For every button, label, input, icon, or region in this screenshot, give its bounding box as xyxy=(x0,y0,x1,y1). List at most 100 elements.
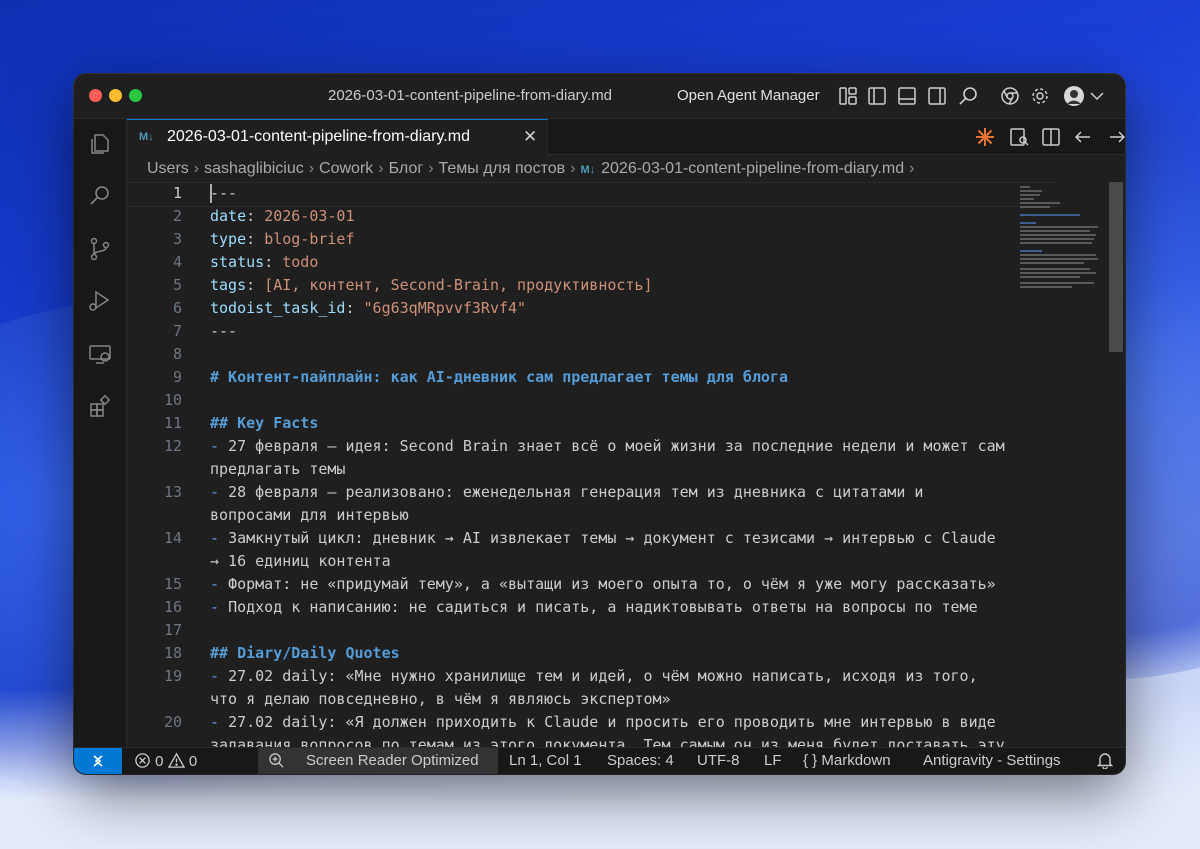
explorer-icon[interactable] xyxy=(87,131,113,157)
warning-count: 0 xyxy=(188,753,198,770)
braces-icon: { } xyxy=(803,752,818,769)
tab-bar: M↓ 2026-03-01-content-pipeline-from-diar… xyxy=(127,119,1125,155)
zoom-icon xyxy=(269,753,284,768)
list-item-wrap: предлагать темы xyxy=(210,460,346,478)
breadcrumb-item[interactable]: Cowork xyxy=(319,160,373,177)
line-number: 12 xyxy=(163,437,182,455)
list-item: - 27.02 daily: «Мне нужно хранилище тем … xyxy=(210,667,978,685)
remote-indicator-button[interactable] xyxy=(74,748,122,774)
code-editor[interactable]: 1 2 3 4 5 6 7 8 9 10 11 12 13 14 15 16 1… xyxy=(127,182,1057,748)
vertical-scrollbar-thumb[interactable] xyxy=(1109,182,1123,352)
line-number: 10 xyxy=(163,391,182,409)
code-line: tags: [AI, контент, Second-Brain, продук… xyxy=(210,276,653,294)
line-number: 15 xyxy=(163,575,182,593)
language-mode[interactable]: { } Markdown xyxy=(803,752,891,769)
heading-line: ## Key Facts xyxy=(210,414,319,432)
open-preview-icon[interactable] xyxy=(1009,127,1029,147)
line-number: 7 xyxy=(172,322,182,340)
screen-reader-status[interactable]: Screen Reader Optimized xyxy=(258,748,498,774)
toggle-primary-sidebar-icon[interactable] xyxy=(866,85,888,107)
problems-status[interactable]: 0 0 xyxy=(134,752,197,770)
line-number: 11 xyxy=(163,414,182,432)
window-title: 2026-03-01-content-pipeline-from-diary.m… xyxy=(328,87,613,104)
list-item: - Подход к написанию: не садиться и писа… xyxy=(210,598,978,616)
line-number: 6 xyxy=(172,299,182,317)
breadcrumb: Users › sashaglibiciuc › Cowork › Блог › Темы дл… xyxy=(147,160,915,177)
forward-arrow-icon[interactable] xyxy=(1107,127,1125,147)
close-tab-icon[interactable]: ✕ xyxy=(523,127,537,147)
close-window-button[interactable] xyxy=(89,89,102,102)
line-number: 1 xyxy=(172,184,182,202)
remote-icon xyxy=(93,755,103,767)
gear-icon[interactable] xyxy=(1029,85,1051,107)
line-number: 14 xyxy=(163,529,182,547)
layout-grid-icon[interactable] xyxy=(837,85,859,107)
heading-line: # Контент-пайплайн: как AI-дневник сам п… xyxy=(210,368,788,386)
agent-sparkle-icon[interactable] xyxy=(975,127,995,147)
toggle-secondary-sidebar-icon[interactable] xyxy=(926,85,948,107)
error-icon xyxy=(135,753,150,768)
editor-window: 2026-03-01-content-pipeline-from-diary.m… xyxy=(74,74,1125,774)
line-number: 3 xyxy=(172,230,182,248)
breadcrumb-item[interactable]: sashaglibiciuc xyxy=(204,160,304,177)
error-count: 0 xyxy=(155,753,164,770)
chrome-browser-icon[interactable] xyxy=(999,85,1021,107)
breadcrumb-file[interactable]: 2026-03-01-content-pipeline-from-diary.m… xyxy=(601,160,904,177)
activity-bar xyxy=(74,119,127,748)
title-bar: 2026-03-01-content-pipeline-from-diary.m… xyxy=(74,74,1125,119)
search-icon[interactable] xyxy=(87,183,113,209)
line-number: 18 xyxy=(163,644,182,662)
line-number: 20 xyxy=(163,713,182,731)
end-of-line[interactable]: LF xyxy=(764,752,782,769)
line-number: 19 xyxy=(163,667,182,685)
line-number: 9 xyxy=(172,368,182,386)
markdown-file-icon: M↓ xyxy=(580,164,596,176)
avatar[interactable] xyxy=(1063,85,1085,107)
code-line: --- xyxy=(210,184,238,202)
list-item: - 27 февраля — идея: Second Brain знает … xyxy=(210,437,1005,455)
tab-content-pipeline[interactable]: M↓ 2026-03-01-content-pipeline-from-diar… xyxy=(127,119,548,155)
indentation[interactable]: Spaces: 4 xyxy=(607,752,674,769)
open-agent-manager-button[interactable]: Open Agent Manager xyxy=(677,87,820,104)
code-line: date: 2026-03-01 xyxy=(210,207,355,225)
minimize-window-button[interactable] xyxy=(109,89,122,102)
chevron-down-icon[interactable] xyxy=(1086,85,1108,107)
list-item: - 28 февраля — реализовано: еженедельная… xyxy=(210,483,924,501)
settings-status[interactable]: Antigravity - Settings xyxy=(923,752,1061,769)
line-number: 5 xyxy=(172,276,182,294)
encoding[interactable]: UTF-8 xyxy=(697,752,740,769)
breadcrumb-item[interactable]: Users xyxy=(147,160,189,177)
remote-explorer-icon[interactable] xyxy=(87,341,113,367)
line-number: 8 xyxy=(172,345,182,363)
list-item-wrap: вопросами для интервью xyxy=(210,506,409,524)
extensions-icon[interactable] xyxy=(87,393,113,419)
markdown-file-icon: M↓ xyxy=(139,131,154,143)
line-number: 13 xyxy=(163,483,182,501)
list-item: - Формат: не «придумай тему», а «вытащи … xyxy=(210,575,996,593)
split-editor-icon[interactable] xyxy=(1041,127,1061,147)
bell-icon[interactable] xyxy=(1096,751,1114,773)
line-number: 2 xyxy=(172,207,182,225)
toggle-panel-icon[interactable] xyxy=(896,85,918,107)
search-icon[interactable] xyxy=(957,85,979,107)
list-item: - 27.02 daily: «Я должен приходить к Cla… xyxy=(210,713,996,731)
line-number: 17 xyxy=(163,621,182,639)
code-line: type: blog-brief xyxy=(210,230,355,248)
maximize-window-button[interactable] xyxy=(129,89,142,102)
back-arrow-icon[interactable] xyxy=(1073,127,1093,147)
heading-line: ## Diary/Daily Quotes xyxy=(210,644,400,662)
code-line: todoist_task_id: "6g63qMRpvvf3Rvf4" xyxy=(210,299,527,317)
breadcrumb-item[interactable]: Блог xyxy=(389,160,424,177)
source-control-icon[interactable] xyxy=(87,236,113,262)
warning-icon xyxy=(167,752,185,768)
cursor-position[interactable]: Ln 1, Col 1 xyxy=(509,752,582,769)
breadcrumb-item[interactable]: Темы для постов xyxy=(439,160,566,177)
line-number: 4 xyxy=(172,253,182,271)
list-item-wrap: → 16 единиц контента xyxy=(210,552,391,570)
run-debug-icon[interactable] xyxy=(87,288,113,314)
list-item: - Замкнутый цикл: дневник → AI извлекает… xyxy=(210,529,996,547)
minimap[interactable] xyxy=(1020,184,1100,294)
screen-reader-label: Screen Reader Optimized xyxy=(306,752,479,769)
code-line: --- xyxy=(210,322,238,340)
current-line-highlight xyxy=(127,182,1057,207)
